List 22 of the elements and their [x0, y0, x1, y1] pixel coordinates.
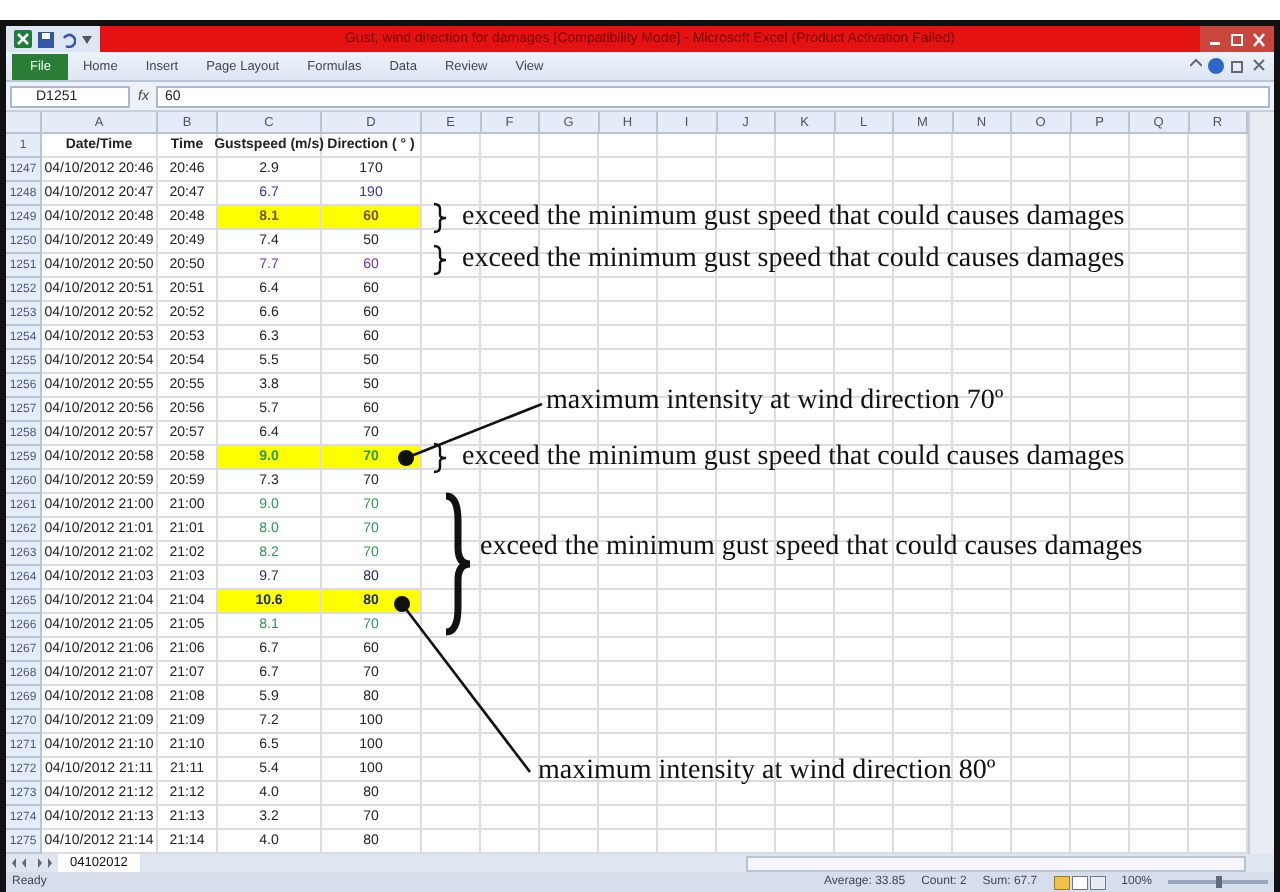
annotation-text: maximum intensity at wind direction 80º [538, 756, 996, 788]
undo-icon[interactable] [60, 31, 76, 47]
close-icon[interactable] [1252, 58, 1266, 72]
brace [430, 242, 450, 278]
brace [430, 440, 450, 476]
annotation-text: exceed the minimum gust speed that could causes damages [462, 202, 1125, 234]
caret-icon[interactable] [1190, 58, 1202, 70]
maximize-icon[interactable] [1228, 31, 1246, 47]
horizontal-scrollbar[interactable] [745, 855, 1246, 871]
brace [442, 492, 474, 636]
save-icon[interactable] [38, 31, 54, 47]
sheet-nav-icon[interactable] [12, 858, 52, 868]
excel-icon [14, 30, 32, 48]
annotation-text: exceed the minimum gust speed that could causes damages [480, 532, 1143, 564]
brace [430, 200, 450, 236]
restore-icon[interactable] [1230, 58, 1246, 74]
annotation-text: maximum intensity at wind direction 70º [546, 386, 1004, 418]
annotation-text: exceed the minimum gust speed that could causes damages [462, 244, 1125, 276]
vertical-scrollbar[interactable] [1248, 112, 1274, 854]
slider-thumb[interactable] [1215, 876, 1221, 888]
annotation-text: exceed the minimum gust speed that could causes damages [462, 442, 1125, 474]
dropdown-icon[interactable] [82, 35, 92, 43]
